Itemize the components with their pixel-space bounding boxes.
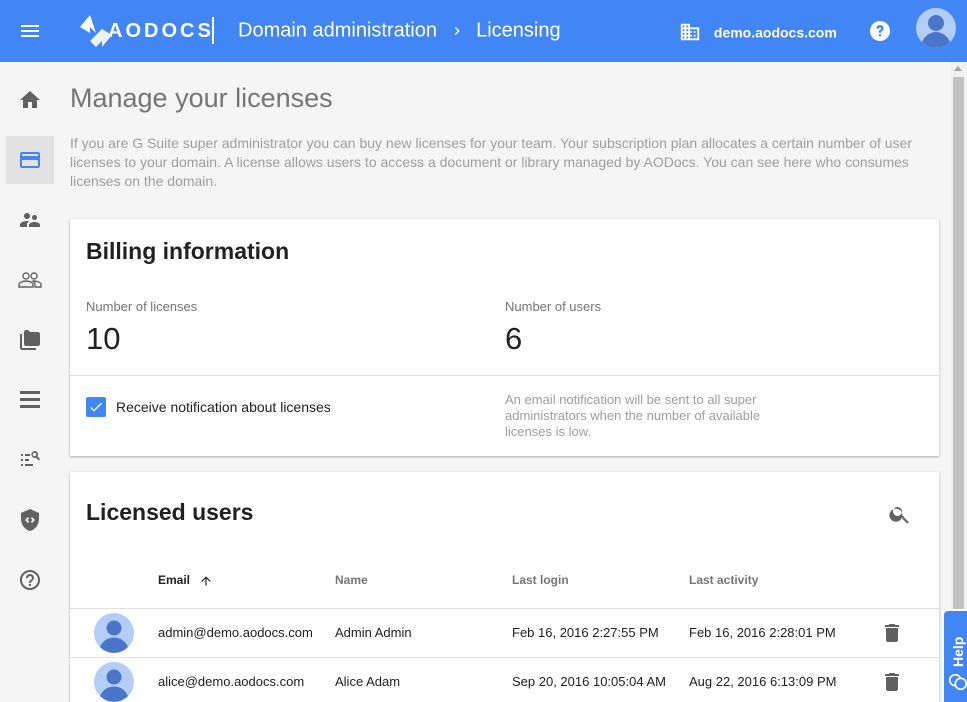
scrollbar-thumb[interactable] (953, 77, 964, 617)
help-icon[interactable] (868, 19, 892, 43)
cell-last-login: Sep 20, 2016 10:05:04 AM (512, 674, 666, 689)
billing-card: Billing information Number of licenses 1… (70, 219, 939, 456)
notification-label[interactable]: Receive notification about licenses (116, 399, 331, 415)
check-icon (90, 402, 102, 412)
nav-help[interactable] (6, 556, 54, 604)
left-nav (0, 62, 60, 702)
search-list-icon (21, 451, 40, 466)
licenses-label: Number of licenses (86, 299, 198, 314)
column-header-last-login[interactable]: Last login (512, 573, 569, 587)
nav-administrators[interactable] (6, 196, 54, 244)
column-header-email[interactable]: Email (158, 573, 213, 588)
folders-icon (20, 330, 40, 350)
people-icon (18, 272, 42, 288)
billing-title: Billing information (86, 238, 290, 264)
building-icon (680, 24, 700, 41)
column-email-label: Email (158, 573, 191, 587)
help-tab-label: Help (950, 636, 966, 667)
trash-icon[interactable] (880, 670, 904, 694)
menu-icon[interactable] (18, 19, 42, 43)
chevron-right-icon (454, 26, 460, 35)
domain-selector[interactable]: demo.aodocs.com (679, 20, 837, 42)
supervisor-icon (20, 213, 40, 227)
chat-bubbles-icon (948, 673, 967, 691)
column-header-name[interactable]: Name (335, 573, 368, 587)
cell-email: admin@demo.aodocs.com (158, 625, 313, 640)
notification-help: An email notification will be sent to al… (505, 392, 761, 439)
scrollbar[interactable] (950, 62, 967, 702)
nav-home[interactable] (6, 76, 54, 124)
table-row[interactable]: admin@demo.aodocs.com Admin Admin Feb 16… (70, 609, 939, 658)
users-label: Number of users (505, 299, 602, 314)
nav-list[interactable] (6, 376, 54, 424)
breadcrumb-parent[interactable]: Domain administration (238, 20, 437, 42)
billing-divider (70, 375, 939, 376)
table-row[interactable]: alice@demo.aodocs.com Alice Adam Sep 20,… (70, 658, 939, 702)
users-value: 6 (505, 321, 523, 356)
nav-security[interactable] (6, 496, 54, 544)
licenses-value: 10 (86, 321, 121, 356)
help-tab[interactable]: Help (942, 609, 967, 702)
help-circle-icon (20, 570, 40, 590)
home-icon (20, 91, 40, 108)
nav-libraries[interactable] (6, 316, 54, 364)
logo-text[interactable]: AODOCS (108, 19, 214, 43)
cell-last-activity: Feb 16, 2016 2:28:01 PM (689, 625, 836, 640)
breadcrumb: Domain administration Licensing (238, 17, 561, 44)
cell-last-login: Feb 16, 2016 2:27:55 PM (512, 625, 659, 640)
scroll-up-arrow-icon[interactable] (954, 66, 962, 71)
nav-users[interactable] (6, 256, 54, 304)
search-icon[interactable] (888, 502, 912, 526)
credit-card-icon (20, 152, 40, 168)
page-title: Manage your licenses (70, 83, 333, 113)
trash-icon[interactable] (880, 621, 904, 645)
shield-code-icon (21, 509, 39, 531)
top-app-bar: AODOCS Domain administration Licensing d… (0, 0, 967, 62)
list-icon (20, 391, 40, 408)
licensed-users-card: Licensed users Email Name Last login Las… (70, 472, 939, 702)
cell-name: Admin Admin (335, 625, 412, 640)
topbar-divider (212, 17, 214, 44)
cell-name: Alice Adam (335, 674, 401, 689)
user-avatar[interactable] (915, 7, 957, 49)
cell-email: alice@demo.aodocs.com (158, 674, 305, 689)
column-header-last-activity[interactable]: Last activity (689, 573, 758, 587)
notification-checkbox[interactable] (86, 397, 106, 417)
nav-licensing[interactable] (6, 136, 54, 184)
licensed-users-title: Licensed users (86, 499, 254, 525)
nav-audit[interactable] (6, 436, 54, 484)
avatar (94, 613, 134, 653)
avatar (94, 662, 134, 702)
arrow-up-icon (201, 576, 212, 586)
page-description: If you are G Suite super administrator y… (70, 135, 912, 189)
domain-name: demo.aodocs.com (713, 24, 837, 41)
cell-last-activity: Aug 22, 2016 6:13:09 PM (689, 674, 837, 689)
breadcrumb-current: Licensing (476, 19, 561, 42)
